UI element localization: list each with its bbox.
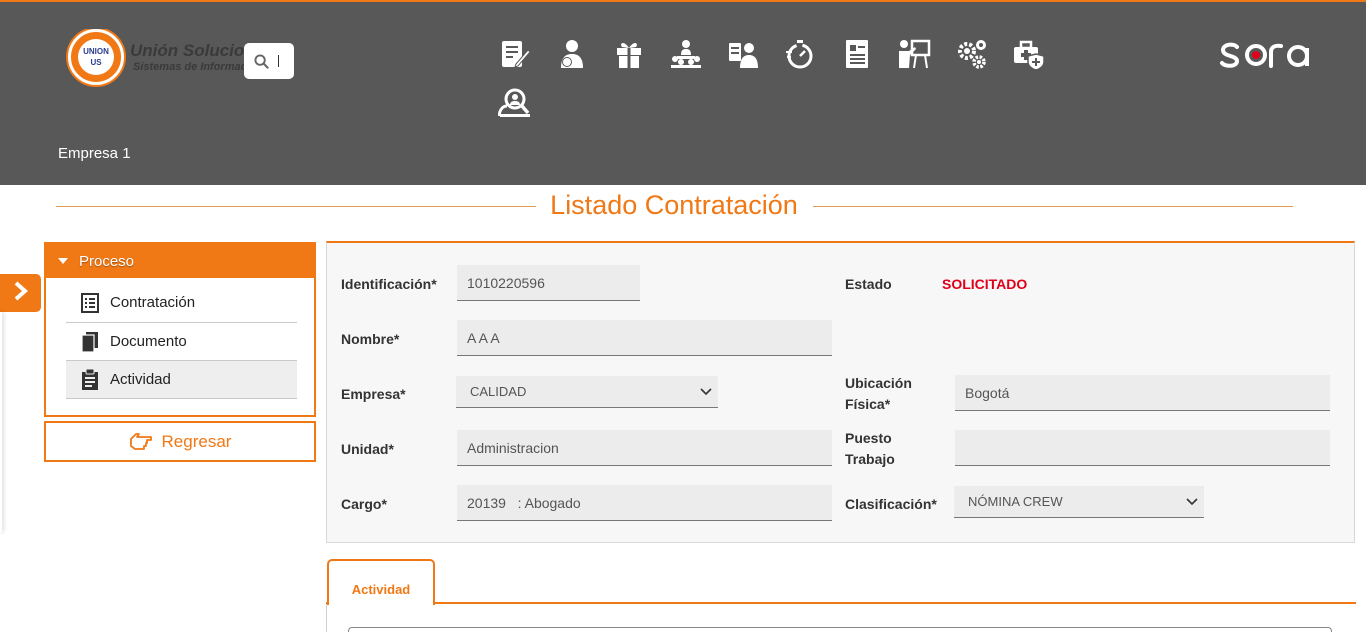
sidebar-toggle-button[interactable] (0, 274, 41, 312)
estado-label: Estado (845, 276, 892, 292)
title-divider-left (56, 206, 536, 207)
ubicacion-label-line1: Ubicación (845, 375, 912, 391)
search-box[interactable] (244, 43, 294, 79)
sora-logo[interactable]: sora (1219, 38, 1315, 72)
process-panel: Proceso Contratación Documento Actividad (44, 242, 316, 417)
chevron-down-icon (1186, 495, 1198, 510)
process-header-label: Proceso (79, 252, 135, 270)
clasificacion-label: Clasificación* (845, 496, 937, 512)
search-input[interactable] (278, 55, 279, 67)
gift-icon[interactable] (611, 36, 647, 72)
tab-content-box (348, 627, 1332, 632)
process-item-documento[interactable]: Documento (66, 323, 297, 361)
tab-actividad[interactable]: Actividad (327, 559, 435, 605)
cargo-field[interactable]: 20139 : Abogado (457, 485, 832, 521)
clipboard-icon (80, 369, 100, 390)
logo-badge: UNION US (68, 29, 124, 85)
process-list: Contratación Documento Actividad (66, 289, 297, 399)
empresa-label: Empresa* (341, 386, 406, 402)
back-button[interactable]: Regresar (44, 421, 316, 462)
cargo-label: Cargo* (341, 496, 387, 512)
stopwatch-icon[interactable] (782, 36, 818, 72)
ubicacion-label-line2: Física* (845, 396, 891, 412)
tab-content-border (326, 604, 327, 632)
gears-icon[interactable] (954, 36, 990, 72)
hand-point-left-icon (129, 432, 153, 451)
user-search-icon[interactable] (497, 85, 533, 121)
ubicacion-field[interactable]: Bogotá (955, 375, 1330, 411)
medical-kit-icon[interactable] (1011, 36, 1047, 72)
contract-form: Identificación* 1010220596 Estado SOLICI… (326, 241, 1355, 543)
tab-underline (326, 602, 1356, 604)
puesto-field[interactable] (955, 430, 1330, 466)
puesto-label: Puesto Trabajo (845, 428, 895, 470)
back-button-label: Regresar (161, 431, 232, 451)
chevron-down-icon (700, 385, 712, 400)
empresa-select[interactable]: CALIDAD (456, 376, 718, 408)
caret-down-icon (58, 258, 68, 264)
user-money-icon[interactable] (554, 36, 590, 72)
empresa-select-value: CALIDAD (470, 384, 527, 399)
puesto-label-line1: Puesto (845, 430, 892, 446)
clasificacion-select-value: NÓMINA CREW (968, 494, 1063, 509)
meeting-icon[interactable] (668, 36, 704, 72)
user-card-icon[interactable] (725, 36, 761, 72)
chevron-right-icon (13, 281, 29, 306)
company-name: Empresa 1 (58, 145, 131, 162)
logo-subtitle: Sistemas de Información (133, 61, 246, 73)
top-header: UNION US Unión Soluciones Sistemas de In… (0, 0, 1366, 185)
status-value: SOLICITADO (942, 276, 1028, 292)
ubicacion-label: Ubicación Física* (845, 373, 912, 415)
form-edit-icon[interactable] (497, 36, 533, 72)
process-item-actividad[interactable]: Actividad (66, 361, 297, 399)
logo-title: Unión Soluciones (130, 41, 246, 60)
sidebar-edge (0, 312, 2, 532)
identificacion-field[interactable]: 1010220596 (457, 265, 640, 301)
documents-icon (80, 331, 100, 352)
list-icon (80, 292, 100, 313)
document-list-icon[interactable] (839, 36, 875, 72)
nombre-field[interactable]: A A A (457, 320, 832, 356)
process-item-contratacion[interactable]: Contratación (66, 283, 297, 323)
clasificacion-select[interactable]: NÓMINA CREW (954, 486, 1204, 518)
teacher-board-icon[interactable] (896, 36, 932, 72)
puesto-label-line2: Trabajo (845, 451, 895, 467)
page-title: Listado Contratación (550, 190, 798, 220)
company-logo[interactable]: UNION US Unión Soluciones Sistemas de In… (66, 29, 246, 87)
process-header[interactable]: Proceso (46, 244, 314, 278)
title-divider-right (813, 206, 1293, 207)
unidad-label: Unidad* (341, 441, 394, 457)
process-item-label: Documento (110, 333, 187, 350)
identificacion-label: Identificación* (341, 276, 437, 292)
unidad-field[interactable]: Administracion (457, 430, 832, 466)
tab-label: Actividad (351, 581, 411, 597)
logo-badge-text: UNION US (78, 39, 114, 75)
process-item-label: Contratación (110, 294, 196, 311)
search-icon[interactable] (244, 43, 278, 79)
nombre-label: Nombre* (341, 331, 400, 347)
process-item-label: Actividad (110, 371, 171, 388)
